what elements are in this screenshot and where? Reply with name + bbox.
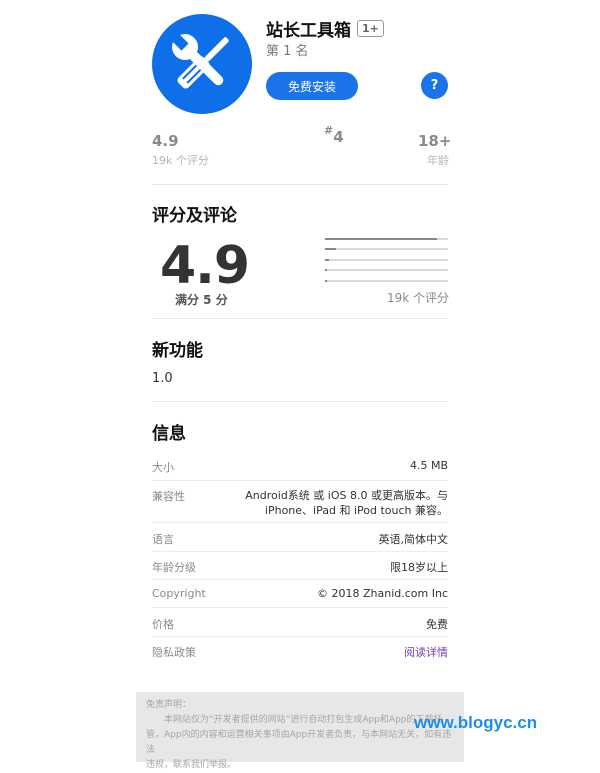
stat-rating: 4.9 bbox=[152, 132, 179, 150]
rating-bar-fill bbox=[325, 269, 328, 271]
whats-new-heading: 新功能 bbox=[152, 341, 203, 361]
disclaimer-line: 违规，联系我们举报。 bbox=[146, 760, 237, 770]
info-row-age-rating: 年龄分级 限18岁以上 bbox=[152, 559, 448, 575]
info-row-price: 价格 免费 bbox=[152, 616, 448, 632]
disclaimer-line: 管，App内的内容和运营相关事项由App开发者负责，与本网站无关，如有违法 bbox=[146, 730, 452, 755]
watermark: www.blogyc.cn bbox=[414, 713, 538, 732]
info-value: 免费 bbox=[426, 618, 448, 631]
disclaimer-title: 免责声明： bbox=[146, 700, 192, 710]
rank-number: 4 bbox=[333, 128, 344, 146]
info-row-size: 大小 4.5 MB bbox=[152, 459, 448, 475]
info-value: 限18岁以上 bbox=[390, 561, 448, 574]
stat-age: 18+ bbox=[418, 132, 452, 150]
info-row-compatibility: 兼容性 Android系统 或 iOS 8.0 或更高版本。与 iPhone、i… bbox=[152, 488, 448, 518]
rating-bar-fill bbox=[325, 259, 329, 261]
rating-bar-fill bbox=[325, 280, 328, 282]
stat-age-label: 年龄 bbox=[427, 154, 449, 167]
info-row-copyright: Copyright © 2018 Zhanid.com Inc bbox=[152, 587, 448, 600]
app-icon bbox=[152, 14, 252, 114]
info-row-privacy: 隐私政策 阅读详情 bbox=[152, 644, 448, 660]
question-icon: ? bbox=[430, 78, 439, 93]
install-button[interactable]: 免费安装 bbox=[266, 72, 358, 100]
info-value: 英语,简体中文 bbox=[378, 533, 449, 546]
divider bbox=[152, 184, 448, 185]
info-heading: 信息 bbox=[152, 424, 186, 444]
rating-caption: 满分 5 分 bbox=[175, 293, 228, 307]
stat-rating-count: 19k 个评分 bbox=[152, 154, 209, 167]
row-divider bbox=[152, 579, 448, 580]
info-key: 价格 bbox=[152, 618, 174, 631]
divider bbox=[152, 318, 448, 319]
info-key: 隐私政策 bbox=[152, 646, 196, 659]
info-key: 兼容性 bbox=[152, 490, 185, 503]
info-key: 大小 bbox=[152, 461, 174, 474]
rating-bar-fill bbox=[325, 248, 337, 250]
rating-bar-fill bbox=[325, 238, 437, 240]
rating-bar-3 bbox=[325, 259, 448, 261]
rating-bar-5 bbox=[325, 238, 448, 240]
version-number: 1.0 bbox=[152, 371, 173, 386]
row-divider bbox=[152, 480, 448, 481]
wrench-screwdriver-icon bbox=[170, 32, 229, 89]
rating-bar-1 bbox=[325, 280, 448, 282]
help-button[interactable]: ? bbox=[421, 72, 448, 99]
compat-line-1: Android系统 或 iOS 8.0 或更高版本。与 bbox=[245, 489, 448, 502]
rating-count: 19k 个评分 bbox=[387, 291, 450, 305]
app-name: 站长工具箱 bbox=[266, 21, 351, 41]
compat-line-2: iPhone、iPad 和 iPod touch 兼容。 bbox=[264, 504, 448, 517]
app-title-row: 站长工具箱 1+ bbox=[266, 16, 384, 41]
row-divider bbox=[152, 522, 448, 523]
info-row-language: 语言 英语,简体中文 bbox=[152, 531, 448, 547]
stat-rank: #4 bbox=[324, 124, 344, 146]
row-divider bbox=[152, 607, 448, 608]
age-badge: 1+ bbox=[357, 20, 384, 37]
info-key: Copyright bbox=[152, 587, 206, 600]
rank-text: 第 1 名 bbox=[266, 44, 309, 59]
info-value: 4.5 MB bbox=[409, 459, 448, 472]
rating-bar-2 bbox=[325, 269, 448, 271]
rank-hash: # bbox=[324, 124, 334, 137]
divider bbox=[152, 401, 448, 402]
info-value: © 2018 Zhanid.com Inc bbox=[317, 587, 448, 600]
big-rating: 4.9 bbox=[160, 236, 250, 296]
info-value: Android系统 或 iOS 8.0 或更高版本。与 iPhone、iPad … bbox=[245, 488, 448, 518]
ratings-heading: 评分及评论 bbox=[152, 206, 237, 226]
privacy-link[interactable]: 阅读详情 bbox=[404, 644, 448, 660]
disclaimer-line: 本网站仅为“开发者提供的网站”进行自动打包生成App和App的下载托 bbox=[164, 715, 443, 725]
info-key: 语言 bbox=[152, 533, 174, 546]
rating-bar-4 bbox=[325, 248, 448, 250]
row-divider bbox=[152, 636, 448, 637]
row-divider bbox=[152, 551, 448, 552]
info-key: 年龄分级 bbox=[152, 561, 196, 574]
